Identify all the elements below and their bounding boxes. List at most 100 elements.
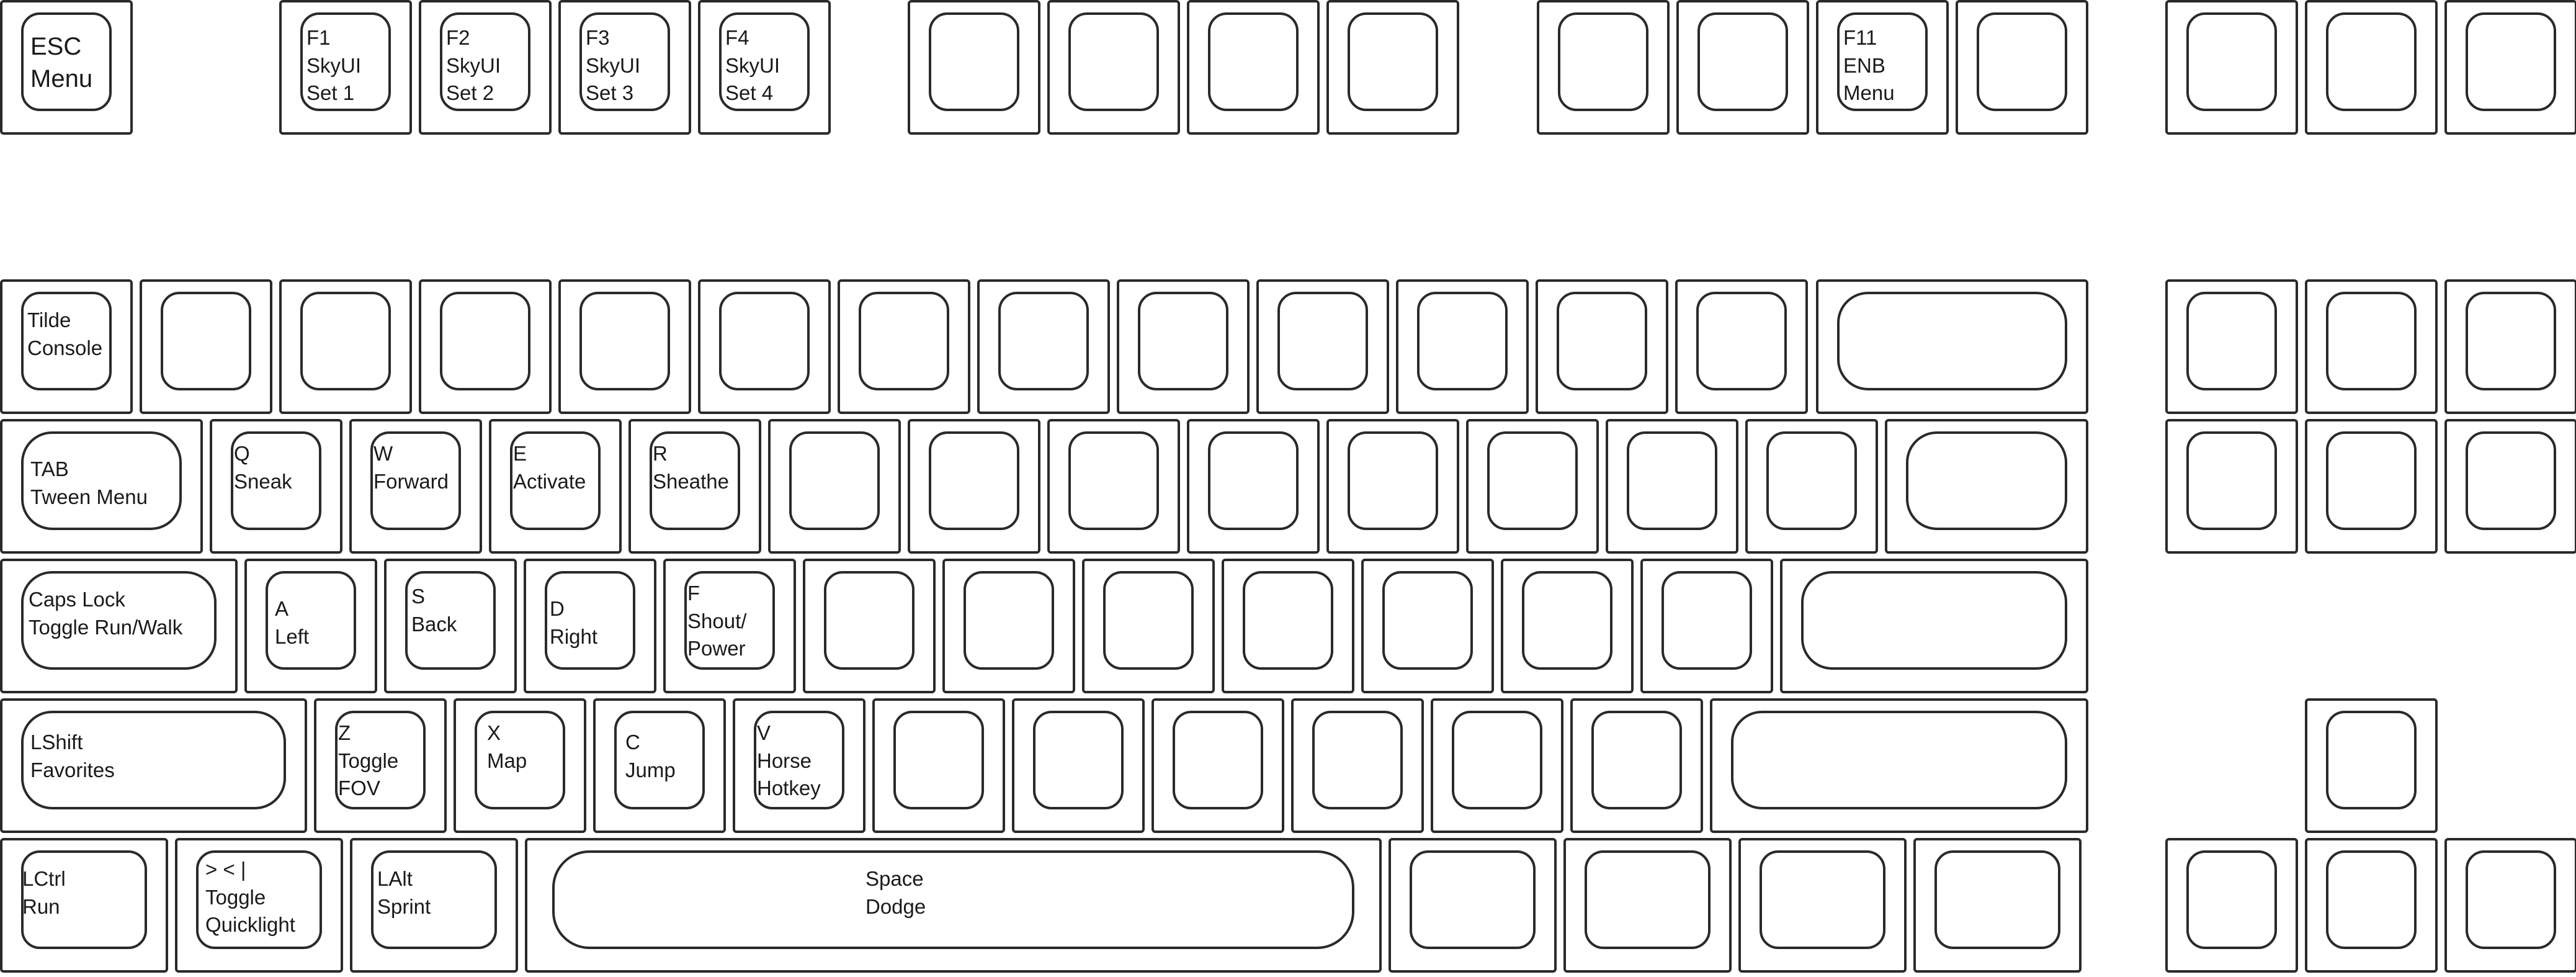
key-space: Space Dodge — [525, 838, 1382, 973]
key-sys-2-cap — [2326, 12, 2417, 111]
key-row3-2-cap — [964, 571, 1054, 670]
key-nav-3 — [2444, 279, 2576, 414]
key-row2-1-cap — [789, 431, 880, 530]
key-num-10 — [1396, 279, 1529, 414]
key-f1-legend: F1 SkyUI Set 1 — [306, 26, 362, 105]
key-row3-4 — [1222, 559, 1354, 693]
key-row3-5 — [1361, 559, 1494, 693]
key-f12-cap — [1977, 12, 2067, 111]
key-arrow-down-cap — [2326, 850, 2417, 949]
key-d: D Right — [524, 559, 656, 693]
key-backspace-cap — [1837, 292, 2067, 390]
key-f3-legend: F3 SkyUI Set 3 — [586, 26, 641, 105]
key-sys-1-cap — [2186, 12, 2277, 111]
key-bottom-3 — [1738, 838, 1907, 973]
key-nav2-2 — [2305, 419, 2438, 554]
key-c: C Jump — [593, 698, 726, 833]
key-nav2-2-cap — [2326, 431, 2417, 530]
key-f9-cap — [1558, 12, 1648, 111]
key-row3-2 — [942, 559, 1075, 693]
key-f4: F4 SkyUI Set 4 — [698, 0, 831, 135]
key-bottom-4 — [1913, 838, 2082, 973]
key-w-legend: W Forward — [373, 442, 449, 493]
key-tab-legend: TAB Tween Menu — [30, 457, 148, 508]
key-f: F Shout/ Power — [663, 559, 796, 693]
key-a-legend: A Left — [275, 597, 310, 648]
key-arrow-up — [2305, 698, 2438, 833]
key-v-legend: V Horse Hotkey — [757, 721, 821, 800]
key-num-7-cap — [998, 292, 1089, 390]
key-f5-cap — [929, 12, 1019, 111]
key-nav-2-cap — [2326, 292, 2417, 390]
key-rshift — [1710, 698, 2088, 833]
key-arrow-left — [2165, 838, 2298, 973]
key-enter-cap — [1801, 571, 2067, 670]
key-num-3 — [419, 279, 552, 414]
key-angle-legend: > < | Toggle Quicklight — [205, 858, 295, 937]
key-row3-6 — [1501, 559, 1634, 693]
key-num-4 — [558, 279, 691, 414]
key-row2-1 — [768, 419, 901, 554]
key-num-6-cap — [859, 292, 949, 390]
key-row3-1-cap — [824, 571, 915, 670]
key-lctrl: LCtrl Run — [0, 838, 168, 973]
key-d-legend: D Right — [550, 597, 598, 648]
key-num-4-cap — [579, 292, 670, 390]
key-num-1 — [140, 279, 272, 414]
key-r-legend: R Sheathe — [653, 442, 729, 493]
key-row2-6-cap — [1487, 431, 1578, 530]
key-f6-cap — [1068, 12, 1159, 111]
key-lalt: LAlt Sprint — [350, 838, 518, 973]
key-tab: TAB Tween Menu — [0, 419, 203, 554]
key-backspace — [1816, 279, 2088, 414]
key-sys-1 — [2165, 0, 2298, 135]
key-num-9 — [1256, 279, 1389, 414]
key-row3-3-cap — [1103, 571, 1194, 670]
key-num-7 — [977, 279, 1110, 414]
key-space-legend: Space Dodge — [865, 867, 926, 918]
key-arrow-left-cap — [2186, 850, 2277, 949]
key-tilde-legend: Tilde Console — [27, 308, 103, 359]
key-row4-2 — [1012, 698, 1145, 833]
key-a: A Left — [244, 559, 377, 693]
key-row2-4-cap — [1208, 431, 1299, 530]
key-bottom-1 — [1389, 838, 1557, 973]
key-capslock: Caps Lock Toggle Run/Walk — [0, 559, 238, 693]
key-f5 — [908, 0, 1040, 135]
key-num-6 — [838, 279, 970, 414]
key-f7 — [1187, 0, 1320, 135]
key-num-10-cap — [1417, 292, 1508, 390]
key-row4-1 — [872, 698, 1005, 833]
key-f10 — [1676, 0, 1809, 135]
key-num-2-cap — [300, 292, 391, 390]
key-f11-legend: F11 ENB Menu — [1843, 26, 1895, 105]
key-num-1-cap — [161, 292, 251, 390]
key-f9 — [1537, 0, 1670, 135]
key-bottom-2 — [1563, 838, 1732, 973]
key-row4-5-cap — [1452, 711, 1542, 809]
key-row3-5-cap — [1382, 571, 1473, 670]
key-row4-4-cap — [1312, 711, 1403, 809]
key-c-legend: C Jump — [625, 731, 676, 781]
key-f3: F3 SkyUI Set 3 — [558, 0, 691, 135]
key-nav2-3 — [2444, 419, 2576, 554]
key-row3-1 — [803, 559, 936, 693]
key-q: Q Sneak — [210, 419, 342, 554]
key-f-legend: F Shout/ Power — [687, 582, 747, 660]
key-s: S Back — [384, 559, 517, 693]
key-row2-7 — [1606, 419, 1738, 554]
key-rshift-cap — [1731, 711, 2067, 809]
key-lshift-legend: LShift Favorites — [30, 731, 115, 781]
key-arrow-up-cap — [2326, 711, 2417, 809]
key-row4-3-cap — [1173, 711, 1263, 809]
key-num-11 — [1536, 279, 1668, 414]
key-num-5 — [698, 279, 831, 414]
key-row3-7-cap — [1661, 571, 1752, 670]
key-z-legend: Z Toggle FOV — [338, 721, 399, 800]
key-lshift: LShift Favorites — [0, 698, 307, 833]
key-row4-2-cap — [1033, 711, 1124, 809]
key-backslash — [1885, 419, 2088, 554]
key-nav2-1-cap — [2186, 431, 2277, 530]
key-s-legend: S Back — [411, 585, 457, 636]
key-row2-5 — [1326, 419, 1459, 554]
